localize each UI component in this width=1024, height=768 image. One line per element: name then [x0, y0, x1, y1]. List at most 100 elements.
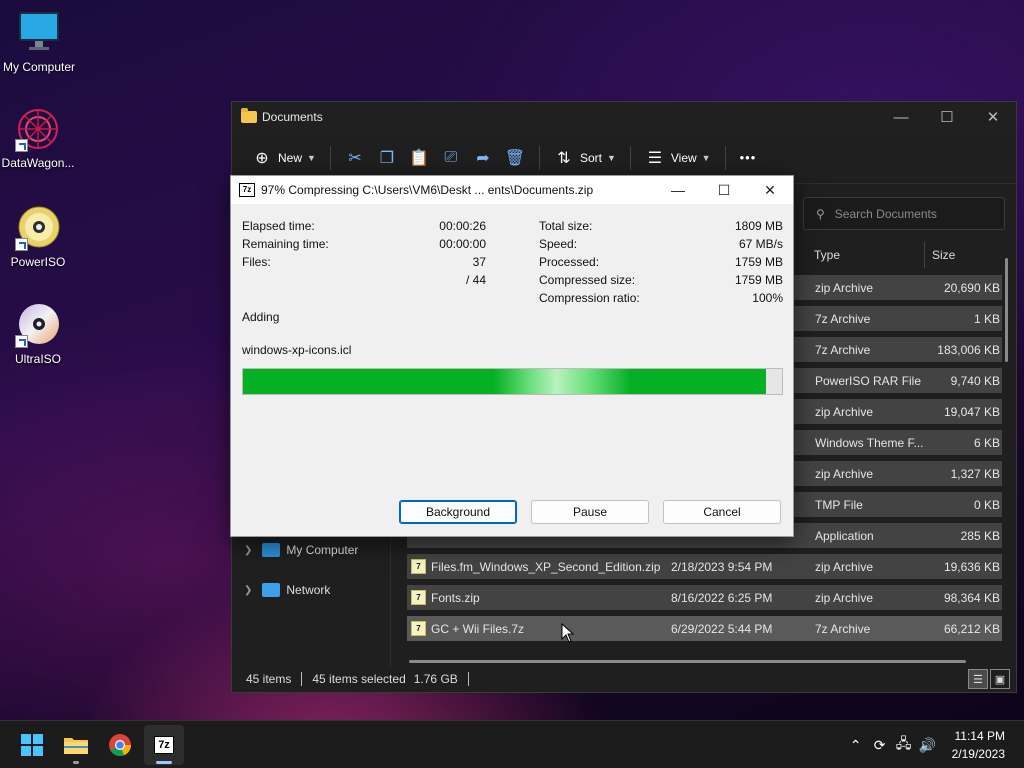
desktop-icon-datawagon[interactable]: DataWagon... — [0, 106, 80, 170]
compressed-size-label: Compressed size: — [539, 273, 636, 287]
chevron-right-icon: ❯ — [244, 584, 253, 596]
explorer-titlebar[interactable]: Documents — ☐ ✕ — [232, 102, 1016, 132]
file-name: GC + Wii Files.7z — [431, 621, 525, 636]
file-type: zip Archive — [815, 590, 874, 605]
file-size: 285 KB — [960, 528, 1000, 543]
shortcut-arrow-icon — [15, 238, 28, 251]
table-row[interactable]: 7 Fonts.zip 8/16/2022 6:25 PM zip Archive 98… — [407, 582, 1002, 613]
volume-icon[interactable]: 🔊 — [916, 737, 940, 754]
chevron-up-icon[interactable]: ⌃ — [844, 737, 868, 754]
search-input[interactable]: ⚲ Search Documents — [803, 197, 1005, 230]
file-size: 6 KB — [973, 435, 1000, 450]
folder-icon — [241, 108, 257, 123]
minimize-button[interactable]: — — [878, 102, 924, 132]
dialog-body: Elapsed time: 00:00:26 Remaining time: 0… — [231, 204, 793, 538]
mouse-cursor-icon — [561, 623, 575, 643]
table-row[interactable]: 7 GC + Wii Files.7z 6/29/2022 5:44 PM 7z Ar… — [407, 613, 1002, 644]
column-header-size[interactable]: Size — [925, 242, 1000, 268]
dialog-maximize-button[interactable]: ☐ — [701, 176, 747, 204]
desktop-icon-my-computer[interactable]: My Computer — [0, 10, 81, 74]
desktop-icon-ultraiso[interactable]: UltraISO — [0, 302, 80, 366]
close-button[interactable]: ✕ — [970, 102, 1016, 132]
share-button[interactable]: ➦ — [467, 142, 499, 174]
files-label: Files: — [242, 255, 271, 269]
file-size: 20,690 KB — [943, 280, 1000, 295]
chevron-down-icon: ▼ — [701, 152, 711, 163]
speed-label: Speed: — [539, 237, 578, 251]
desktop-icon-label: DataWagon... — [1, 156, 75, 170]
running-indicator — [73, 761, 79, 764]
file-size: 1 KB — [973, 311, 1000, 326]
background-button[interactable]: Background — [399, 500, 517, 524]
maximize-button[interactable]: ☐ — [924, 102, 970, 132]
7zip-app-icon: 7z — [239, 183, 255, 197]
file-name: Files.fm_Windows_XP_Second_Edition.zip — [431, 559, 661, 574]
new-label: New — [278, 150, 303, 165]
action-label: Adding — [242, 310, 280, 324]
toolbar-separator — [329, 145, 331, 170]
monitor-icon — [16, 10, 62, 56]
files-value: 37 — [472, 255, 486, 269]
cut-button[interactable]: ✂ — [339, 142, 371, 174]
clock[interactable]: 11:14 PM 2/19/2023 — [940, 727, 1024, 763]
explorer-title: Documents — [262, 110, 323, 124]
dialog-titlebar[interactable]: 7z 97% Compressing C:\Users\VM6\Deskt ..… — [231, 176, 793, 204]
ultraiso-disc-icon — [15, 302, 61, 348]
poweriso-disc-icon — [15, 205, 61, 251]
view-button[interactable]: ☰ View ▼ — [639, 142, 717, 174]
cancel-button[interactable]: Cancel — [663, 500, 781, 524]
scissors-icon: ✂ — [348, 149, 362, 167]
network-icon[interactable]: 🖧 — [892, 733, 916, 757]
taskbar-file-explorer[interactable] — [56, 725, 96, 765]
pause-button[interactable]: Pause — [531, 500, 649, 524]
column-header-type[interactable]: Type — [807, 242, 925, 268]
computer-icon — [262, 543, 281, 557]
sort-icon: ⇅ — [557, 149, 571, 167]
start-button[interactable] — [12, 725, 52, 765]
nav-label: My Computer — [286, 543, 359, 557]
paste-icon: 📋 — [408, 149, 429, 167]
cell-name: 7 Fonts.zip — [407, 590, 665, 605]
desktop-icon-label: My Computer — [2, 60, 76, 74]
dialog-minimize-button[interactable]: — — [655, 176, 701, 204]
processed-value: 1759 MB — [734, 255, 783, 269]
details-view-button[interactable]: ☰ — [968, 669, 988, 689]
paste-button[interactable]: 📋 — [403, 142, 435, 174]
tiles-view-button[interactable]: ▣ — [990, 669, 1010, 689]
windows-logo-icon — [21, 734, 43, 756]
dialog-close-button[interactable]: ✕ — [747, 176, 793, 204]
total-size-label: Total size: — [539, 219, 593, 233]
table-row[interactable]: 7 Files.fm_Windows_XP_Second_Edition.zip 2… — [407, 551, 1002, 582]
copy-icon: ❐ — [379, 149, 395, 167]
new-button[interactable]: ⊕ New ▼ — [246, 142, 322, 174]
delete-button[interactable]: 🗑 — [499, 142, 531, 174]
dialog-title: 97% Compressing C:\Users\VM6\Deskt ... e… — [261, 183, 594, 197]
more-options-button[interactable]: ••• — [734, 142, 763, 174]
rename-icon: ⎚ — [444, 148, 458, 166]
copy-button[interactable]: ❐ — [371, 142, 403, 174]
nav-pane: ❯ My Computer ❯ Network — [232, 530, 392, 610]
desktop-icon-poweriso[interactable]: PowerISO — [0, 205, 80, 269]
search-placeholder: Search Documents — [834, 206, 937, 221]
taskbar-chrome[interactable] — [100, 725, 140, 765]
shortcut-arrow-icon — [15, 335, 28, 348]
rename-button[interactable]: ⎚ — [435, 142, 467, 174]
view-list-icon: ☰ — [647, 149, 663, 167]
progress-bar — [242, 368, 783, 395]
network-icon — [262, 583, 281, 597]
horizontal-scrollbar[interactable] — [409, 660, 966, 663]
toolbar-separator — [724, 145, 726, 170]
vertical-scrollbar[interactable] — [1005, 258, 1008, 362]
nav-item-network[interactable]: ❯ Network — [232, 570, 392, 610]
clock-date: 2/19/2023 — [951, 747, 1005, 761]
chevron-right-icon: ❯ — [244, 544, 253, 556]
archive-file-icon: 7 — [411, 621, 426, 636]
chrome-icon — [109, 734, 132, 757]
file-type: PowerISO RAR File — [815, 373, 922, 388]
taskbar-7zip[interactable]: 7z — [144, 725, 184, 765]
chevron-down-icon: ▼ — [606, 152, 616, 163]
remaining-time-label: Remaining time: — [242, 237, 329, 251]
sync-icon[interactable]: ⟳ — [868, 737, 892, 754]
sort-button[interactable]: ⇅ Sort ▼ — [548, 142, 622, 174]
progress-bar-fill — [243, 369, 766, 394]
